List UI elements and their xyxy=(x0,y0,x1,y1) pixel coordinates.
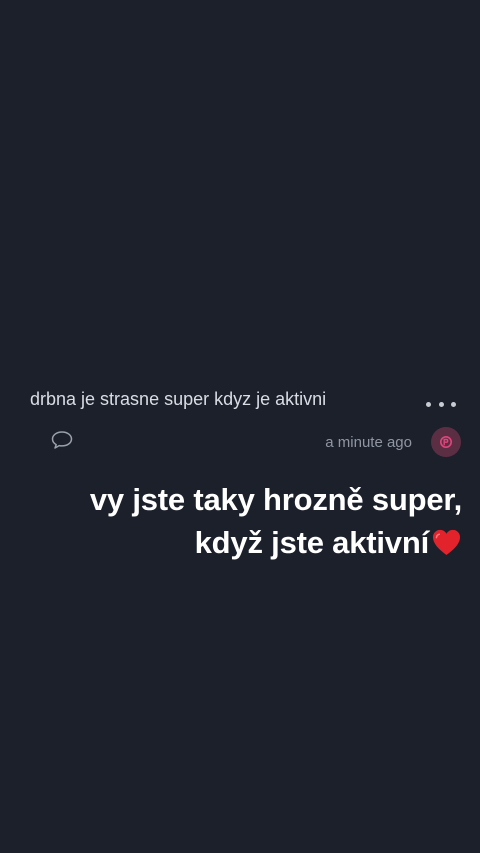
screen: drbna je strasne super kdyz je aktivni a… xyxy=(0,0,480,853)
comment-button[interactable] xyxy=(50,430,74,450)
reply-line-2-wrap: když jste aktivní xyxy=(22,521,462,564)
post-text: drbna je strasne super kdyz je aktivni xyxy=(30,389,327,409)
speech-bubble-icon xyxy=(51,431,73,449)
reply-caption: vy jste taky hrozně super, když jste akt… xyxy=(22,478,462,564)
more-dot-icon xyxy=(438,401,444,407)
more-options-button[interactable] xyxy=(426,396,456,412)
reply-line-2: když jste aktivní xyxy=(194,525,430,560)
post-timestamp: a minute ago xyxy=(325,434,412,451)
avatar-badge-icon xyxy=(440,436,452,448)
reply-line-1: vy jste taky hrozně super, xyxy=(89,482,462,517)
more-dot-icon xyxy=(451,401,456,407)
red-heart-icon xyxy=(432,529,461,555)
more-dot-icon xyxy=(426,401,431,407)
avatar[interactable] xyxy=(431,427,461,457)
